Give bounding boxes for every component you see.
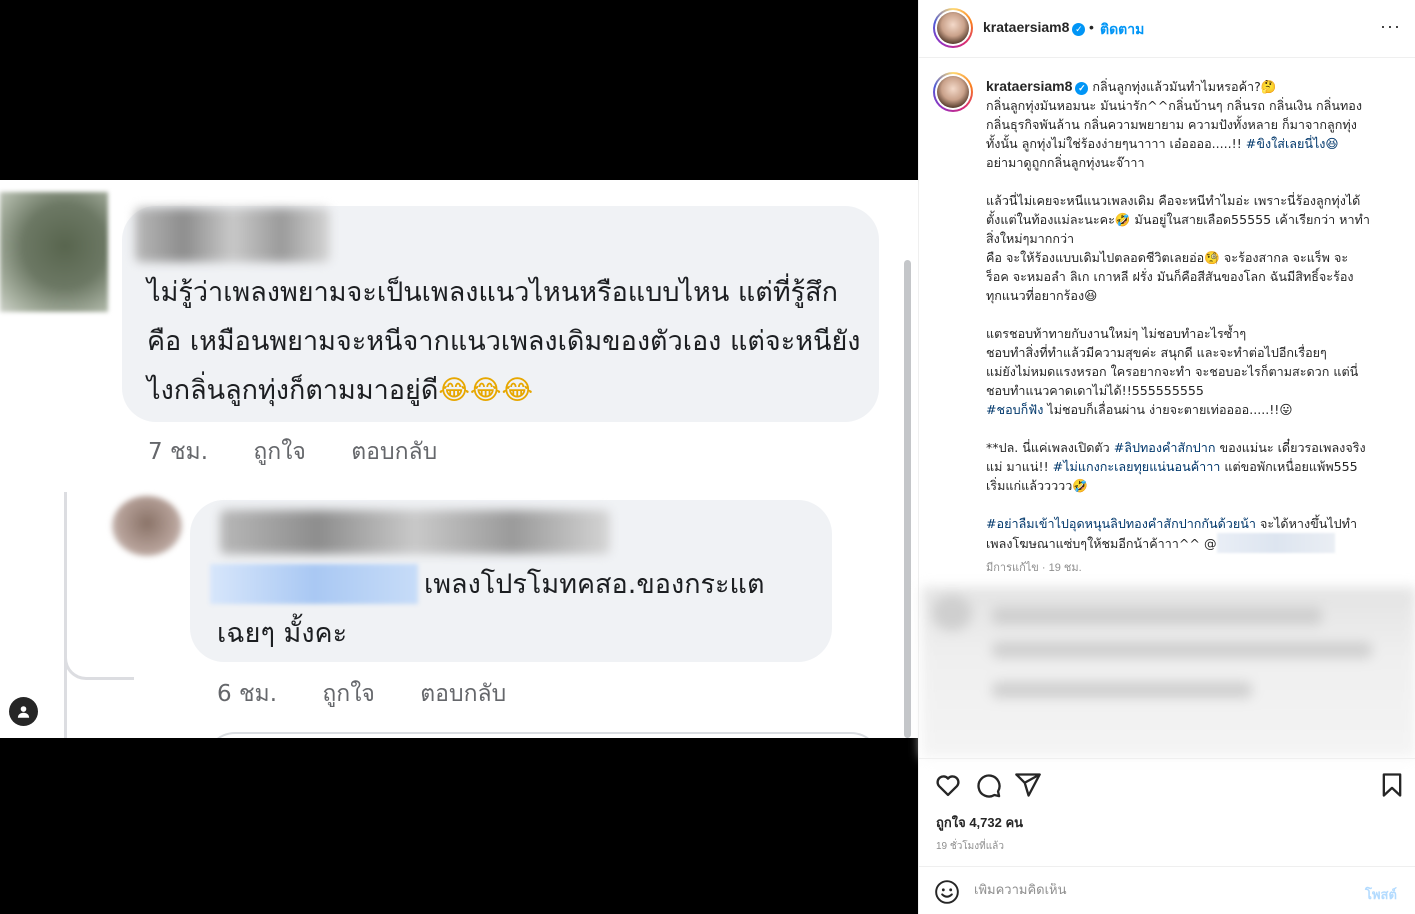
like-count[interactable]: ถูกใจ 4,732 คน	[936, 812, 1023, 833]
share-icon[interactable]	[1014, 771, 1042, 799]
header-username[interactable]: krataersiam8 ✓	[983, 19, 1086, 36]
post-sidebar: krataersiam8 ✓ • ติดตาม ··· krataersiam8 ✓…	[918, 0, 1415, 914]
comment-input[interactable]	[974, 883, 1344, 898]
reply-meta: 6 ชม. ถูกใจ ตอบกลับ	[217, 676, 544, 712]
post-comment-button[interactable]: โพสต์	[1365, 884, 1397, 905]
emoji-icon[interactable]	[934, 879, 960, 905]
laugh-emoji: 😂😂😂	[438, 375, 534, 406]
post-time[interactable]: 19 ชั่วโมงที่แล้ว	[936, 839, 1004, 854]
post-media: ไม่รู้ว่าเพลงพยามจะเป็นเพลงแนวไหนหรือแบบ…	[0, 0, 918, 914]
caption-username[interactable]: krataersiam8 ✓	[986, 78, 1089, 95]
hashtag-link[interactable]: #ไม่แกงกะเลยทุยแน่นอนค้าาา	[1053, 459, 1221, 474]
replier-avatar-blurred	[112, 496, 182, 556]
comment-time: 7 ชม.	[148, 439, 209, 465]
heart-icon[interactable]	[934, 771, 962, 799]
caption-avatar[interactable]	[933, 72, 973, 112]
separator-dot: •	[1089, 19, 1094, 35]
post-image-screenshot: ไม่รู้ว่าเพลงพยามจะเป็นเพลงแนวไหนหรือแบบ…	[0, 180, 918, 738]
tagged-users-button[interactable]	[9, 697, 38, 726]
user-icon	[17, 706, 30, 718]
comments-blurred	[922, 587, 1415, 757]
comment-like-link: ถูกใจ	[253, 439, 306, 465]
hashtag-link[interactable]: #ลิปทองคำสักปาก	[1114, 440, 1216, 455]
follow-button[interactable]: ติดตาม	[1100, 19, 1144, 41]
verified-badge-icon: ✓	[1072, 23, 1086, 36]
commenter-avatar-blurred	[0, 192, 108, 312]
hashtag-link[interactable]: #อย่าลืมเข้าไปอุดหนุนลิปทองคำสักปากกันด้…	[986, 516, 1256, 531]
post-header: krataersiam8 ✓ • ติดตาม ···	[919, 0, 1415, 58]
comment-icon[interactable]	[974, 771, 1002, 799]
edited-timestamp: มีการแก้ไข · 19 ชม.	[986, 562, 1082, 574]
screenshot-scrollbar	[904, 260, 911, 738]
reply-reply-link: ตอบกลับ	[420, 681, 507, 707]
post-caption: krataersiam8 ✓ กลิ่นลูกทุ่งแล้วมันทำไมหรอ…	[986, 78, 1370, 553]
reply-text: เพลงโปรโมทคสอ.ของกระแต เฉยๆ มั้งคะ	[217, 569, 765, 649]
add-comment-bar: โพสต์	[919, 866, 1415, 914]
hashtag-link[interactable]: #ขิงใส่เลยนี่ไง😆	[1246, 136, 1339, 151]
next-comment-edge	[205, 732, 881, 738]
thread-connector	[64, 640, 134, 680]
comment-reply-link: ตอบกลับ	[351, 439, 438, 465]
commenter-name-blurred	[135, 208, 330, 262]
post-actions: ถูกใจ 4,732 คน 19 ชั่วโมงที่แล้ว	[919, 758, 1415, 866]
replier-name-blurred	[220, 510, 610, 554]
reply-time: 6 ชม.	[217, 681, 278, 707]
bookmark-icon[interactable]	[1378, 771, 1406, 799]
profile-avatar[interactable]	[933, 8, 973, 48]
comment-meta: 7 ชม. ถูกใจ ตอบกลับ	[148, 434, 475, 470]
thread-line	[64, 680, 67, 738]
verified-badge-icon: ✓	[1075, 82, 1089, 95]
comment-text: ไม่รู้ว่าเพลงพยามจะเป็นเพลงแนวไหนหรือแบบ…	[147, 277, 861, 406]
hashtag-link[interactable]: #ชอบก็ฟัง	[986, 402, 1043, 417]
more-options-icon[interactable]: ···	[1380, 16, 1401, 37]
mention-blurred	[1216, 533, 1335, 553]
reply-like-link: ถูกใจ	[322, 681, 375, 707]
